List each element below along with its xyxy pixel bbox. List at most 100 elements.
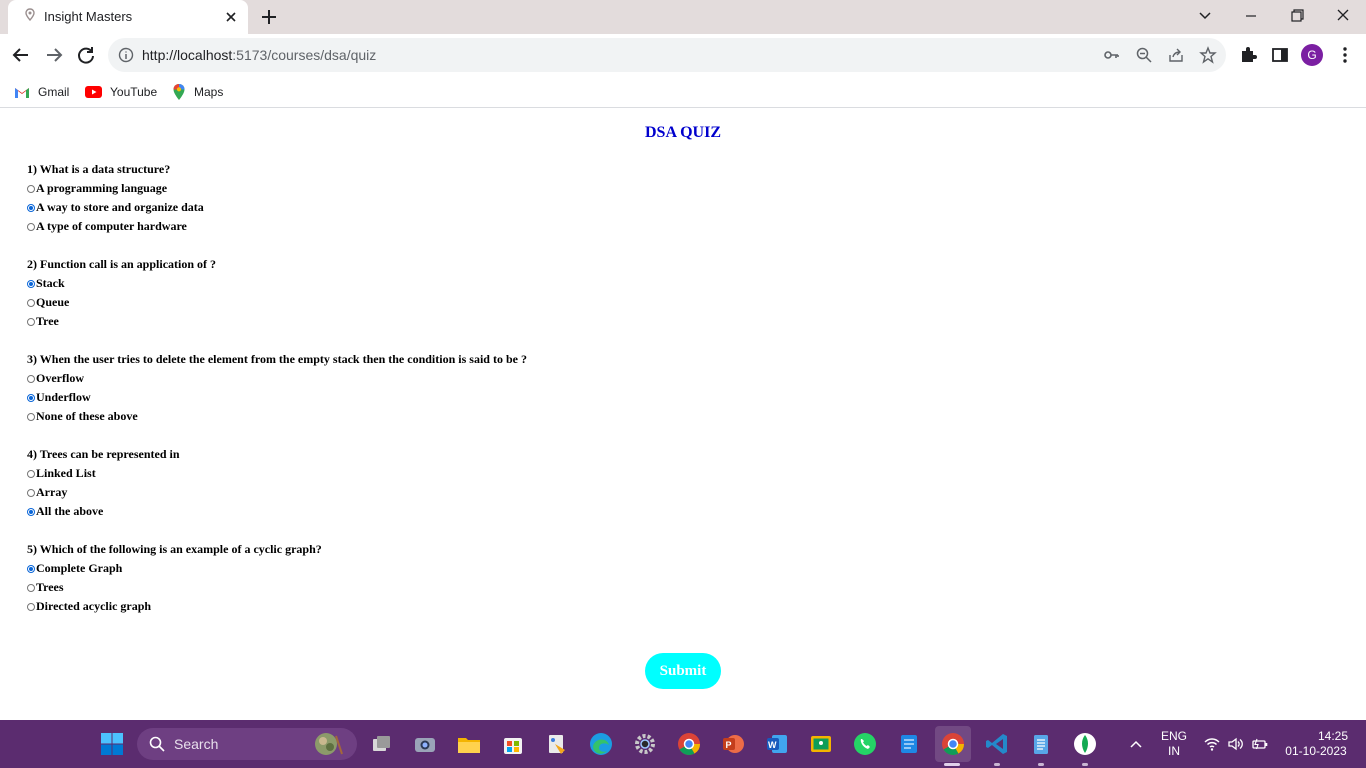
minimize-icon[interactable]: [1238, 5, 1264, 27]
back-arrow-icon[interactable]: [9, 43, 33, 67]
windows-start-icon[interactable]: [100, 732, 124, 756]
word-icon[interactable]: W: [763, 730, 791, 758]
menu-kebab-icon[interactable]: [1335, 45, 1355, 65]
file-explorer-icon[interactable]: [455, 730, 483, 758]
option-row[interactable]: A way to store and organize data: [27, 198, 527, 217]
radio-button[interactable]: [27, 469, 35, 478]
zoom-out-icon[interactable]: [1135, 46, 1153, 64]
radio-button[interactable]: [27, 374, 35, 383]
paint-app-icon[interactable]: [543, 730, 571, 758]
option-label: Stack: [36, 276, 65, 290]
clock-date: 01-10-2023: [1285, 744, 1347, 758]
settings-gear-icon[interactable]: [631, 730, 659, 758]
reload-icon[interactable]: [74, 43, 98, 67]
option-row[interactable]: Stack: [27, 274, 527, 293]
option-label: Complete Graph: [36, 561, 123, 575]
radio-button-selected[interactable]: [27, 564, 35, 573]
taskbar-search[interactable]: Search: [137, 728, 357, 760]
search-highlight-image: [315, 733, 343, 755]
notepad-icon[interactable]: [1027, 730, 1055, 758]
question-1: 1) What is a data structure? A programmi…: [27, 160, 527, 236]
classroom-icon[interactable]: [807, 730, 835, 758]
question-2: 2) Function call is an application of ? …: [27, 255, 527, 331]
option-row[interactable]: A type of computer hardware: [27, 217, 527, 236]
microsoft-store-icon[interactable]: [499, 730, 527, 758]
running-indicator: [1082, 763, 1088, 766]
submit-button[interactable]: Submit: [645, 653, 721, 689]
option-row[interactable]: Trees: [27, 578, 527, 597]
option-row[interactable]: Underflow: [27, 388, 527, 407]
bookmark-star-icon[interactable]: [1199, 46, 1217, 64]
radio-button-selected[interactable]: [27, 203, 35, 212]
browser-tab[interactable]: Insight Masters: [8, 0, 248, 34]
radio-button[interactable]: [27, 602, 35, 611]
radio-button[interactable]: [27, 298, 35, 307]
option-label: Linked List: [36, 466, 96, 480]
option-row[interactable]: Directed acyclic graph: [27, 597, 527, 616]
side-panel-icon[interactable]: [1270, 45, 1290, 65]
close-tab-icon[interactable]: [222, 8, 240, 26]
extensions-puzzle-icon[interactable]: [1238, 45, 1258, 65]
address-bar[interactable]: http://localhost:5173/courses/dsa/quiz: [108, 38, 1226, 72]
option-label: A programming language: [36, 181, 168, 195]
chrome-active-app[interactable]: [935, 726, 971, 762]
share-icon[interactable]: [1167, 46, 1185, 64]
edge-browser-icon[interactable]: [587, 730, 615, 758]
radio-button[interactable]: [27, 222, 35, 231]
bookmark-maps[interactable]: Maps: [172, 82, 223, 102]
mongodb-compass-icon[interactable]: [1071, 730, 1099, 758]
language-code: ENG: [1160, 729, 1187, 743]
bookmark-gmail[interactable]: Gmail: [14, 82, 69, 102]
option-label: A type of computer hardware: [36, 219, 187, 233]
battery-icon[interactable]: [1251, 736, 1269, 752]
clock-time: 14:25: [1317, 729, 1348, 743]
profile-avatar[interactable]: G: [1301, 44, 1323, 66]
site-info-icon[interactable]: [118, 47, 134, 63]
svg-text:P: P: [726, 740, 732, 750]
option-row[interactable]: Array: [27, 483, 527, 502]
option-row[interactable]: All the above: [27, 502, 527, 521]
whatsapp-icon[interactable]: [851, 730, 879, 758]
region-code: IN: [1168, 744, 1180, 758]
azure-data-studio-icon[interactable]: [895, 730, 923, 758]
bookmark-youtube[interactable]: YouTube: [85, 82, 157, 102]
radio-button-selected[interactable]: [27, 393, 35, 402]
option-label: A way to store and organize data: [36, 200, 204, 214]
option-row[interactable]: Queue: [27, 293, 527, 312]
camera-app-icon[interactable]: [411, 730, 439, 758]
location-pin-icon: [25, 8, 35, 22]
option-row[interactable]: None of these above: [27, 407, 527, 426]
radio-button[interactable]: [27, 317, 35, 326]
vscode-icon[interactable]: [983, 730, 1011, 758]
radio-button[interactable]: [27, 412, 35, 421]
option-row[interactable]: Tree: [27, 312, 527, 331]
radio-button[interactable]: [27, 184, 35, 193]
chrome-icon[interactable]: [675, 730, 703, 758]
radio-button-selected[interactable]: [27, 279, 35, 288]
tab-search-chevron-icon[interactable]: [1192, 5, 1218, 27]
option-label: Queue: [36, 295, 70, 309]
radio-button[interactable]: [27, 583, 35, 592]
maps-icon: [173, 84, 185, 100]
clock[interactable]: 14:25 01-10-2023: [1280, 729, 1352, 759]
task-view-icon[interactable]: [367, 730, 395, 758]
show-hidden-icons-chevron-icon[interactable]: [1127, 736, 1145, 752]
option-row[interactable]: A programming language: [27, 179, 527, 198]
forward-arrow-icon[interactable]: [42, 43, 66, 67]
radio-button-selected[interactable]: [27, 507, 35, 516]
key-icon[interactable]: [1103, 46, 1121, 64]
option-row[interactable]: Overflow: [27, 369, 527, 388]
powerpoint-icon[interactable]: P: [719, 730, 747, 758]
question-text: 4) Trees can be represented in: [27, 447, 180, 461]
question-text: 5) Which of the following is an example …: [27, 542, 322, 556]
input-language[interactable]: ENG IN: [1158, 729, 1190, 759]
close-window-icon[interactable]: [1330, 5, 1356, 27]
restore-icon[interactable]: [1284, 5, 1310, 27]
wifi-icon[interactable]: [1203, 736, 1221, 752]
volume-icon[interactable]: [1227, 736, 1245, 752]
radio-button[interactable]: [27, 488, 35, 497]
new-tab-icon[interactable]: [258, 6, 280, 28]
option-row[interactable]: Complete Graph: [27, 559, 527, 578]
bookmark-label: Maps: [194, 85, 224, 99]
option-row[interactable]: Linked List: [27, 464, 527, 483]
